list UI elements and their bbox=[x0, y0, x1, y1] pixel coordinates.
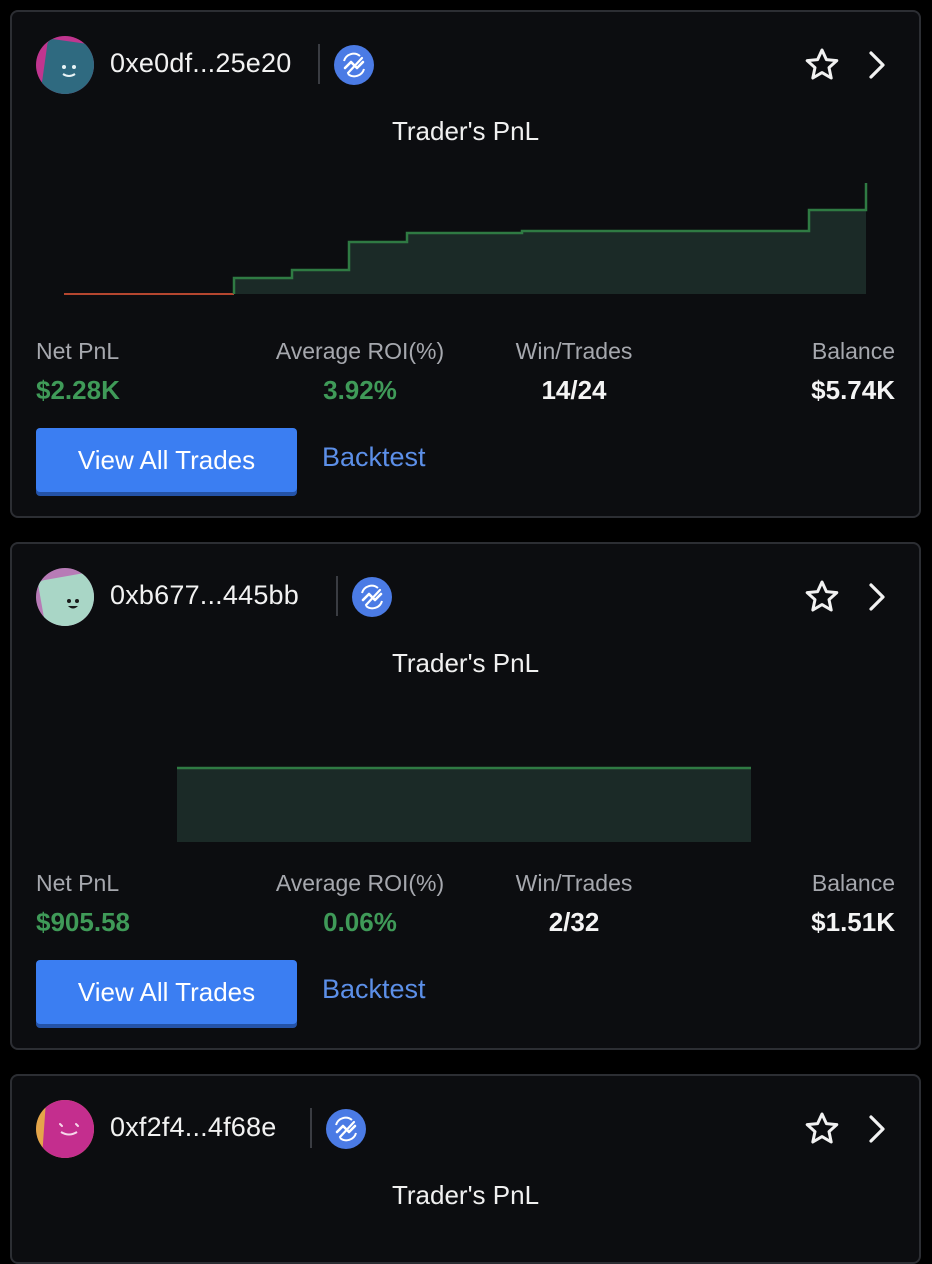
pnl-chart bbox=[64, 183, 868, 295]
stat-label: Average ROI(%) bbox=[275, 870, 445, 896]
view-all-trades-button[interactable]: View All Trades bbox=[36, 428, 297, 492]
chevron-right-icon[interactable] bbox=[857, 1110, 895, 1148]
stat-label: Balance bbox=[811, 338, 895, 364]
stat-balance: Balance $1.51K bbox=[811, 870, 895, 938]
stat-net-pnl: Net PnL $2.28K bbox=[36, 338, 120, 406]
stats-row: Net PnL $905.58 Average ROI(%) 0.06% Win… bbox=[36, 870, 895, 940]
chart-title: Trader's PnL bbox=[391, 1180, 540, 1210]
chevron-right-icon[interactable] bbox=[857, 578, 895, 616]
divider bbox=[310, 1108, 312, 1148]
trader-card: 0xb677...445bb Trader's PnL Net PnL $905… bbox=[10, 542, 921, 1050]
trader-header: 0xf2f4...4f68e bbox=[36, 1100, 895, 1158]
chain-icon bbox=[326, 1109, 366, 1149]
stat-value: 0.06% bbox=[323, 907, 397, 937]
stat-value: $905.58 bbox=[36, 907, 130, 937]
backtest-link[interactable]: Backtest bbox=[322, 442, 426, 473]
view-all-trades-button[interactable]: View All Trades bbox=[36, 960, 297, 1024]
stat-label: Win/Trades bbox=[515, 870, 633, 896]
stat-win-trades: Win/Trades 14/24 bbox=[508, 338, 640, 406]
star-icon[interactable] bbox=[803, 46, 841, 84]
divider bbox=[336, 576, 338, 616]
avatar[interactable] bbox=[36, 36, 94, 94]
stat-label: Net PnL bbox=[36, 338, 120, 364]
stat-value: 2/32 bbox=[548, 907, 600, 937]
chart-title: Trader's PnL bbox=[391, 648, 540, 678]
trader-address[interactable]: 0xe0df...25e20 bbox=[110, 48, 291, 79]
stat-value: $1.51K bbox=[811, 907, 895, 937]
stat-balance: Balance $5.74K bbox=[811, 338, 895, 406]
pnl-chart bbox=[177, 766, 751, 842]
avatar[interactable] bbox=[36, 568, 94, 626]
chevron-right-icon[interactable] bbox=[857, 46, 895, 84]
trader-address[interactable]: 0xb677...445bb bbox=[110, 580, 299, 611]
trader-address[interactable]: 0xf2f4...4f68e bbox=[110, 1112, 276, 1143]
chain-icon bbox=[352, 577, 392, 617]
stat-value: $2.28K bbox=[36, 375, 120, 405]
divider bbox=[318, 44, 320, 84]
stat-label: Net PnL bbox=[36, 870, 120, 896]
trader-card: 0xe0df...25e20 Trader's PnL Net PnL $2.2… bbox=[10, 10, 921, 518]
trader-header: 0xe0df...25e20 bbox=[36, 36, 895, 94]
star-icon[interactable] bbox=[803, 578, 841, 616]
stat-value: 14/24 bbox=[541, 375, 607, 405]
stat-label: Win/Trades bbox=[515, 338, 633, 364]
avatar[interactable] bbox=[36, 1100, 94, 1158]
chart-title: Trader's PnL bbox=[391, 116, 540, 146]
stat-label: Balance bbox=[811, 870, 895, 896]
chain-icon bbox=[334, 45, 374, 85]
star-icon[interactable] bbox=[803, 1110, 841, 1148]
stat-label: Average ROI(%) bbox=[275, 338, 445, 364]
stat-average-roi: Average ROI(%) 0.06% bbox=[272, 870, 448, 938]
stat-net-pnl: Net PnL $905.58 bbox=[36, 870, 130, 938]
trader-card: 0xf2f4...4f68e Trader's PnL bbox=[10, 1074, 921, 1264]
stat-value: 3.92% bbox=[323, 375, 397, 405]
stat-win-trades: Win/Trades 2/32 bbox=[508, 870, 640, 938]
stat-value: $5.74K bbox=[811, 375, 895, 405]
backtest-link[interactable]: Backtest bbox=[322, 974, 426, 1005]
stat-average-roi: Average ROI(%) 3.92% bbox=[272, 338, 448, 406]
trader-header: 0xb677...445bb bbox=[36, 568, 895, 626]
stats-row: Net PnL $2.28K Average ROI(%) 3.92% Win/… bbox=[36, 338, 895, 408]
